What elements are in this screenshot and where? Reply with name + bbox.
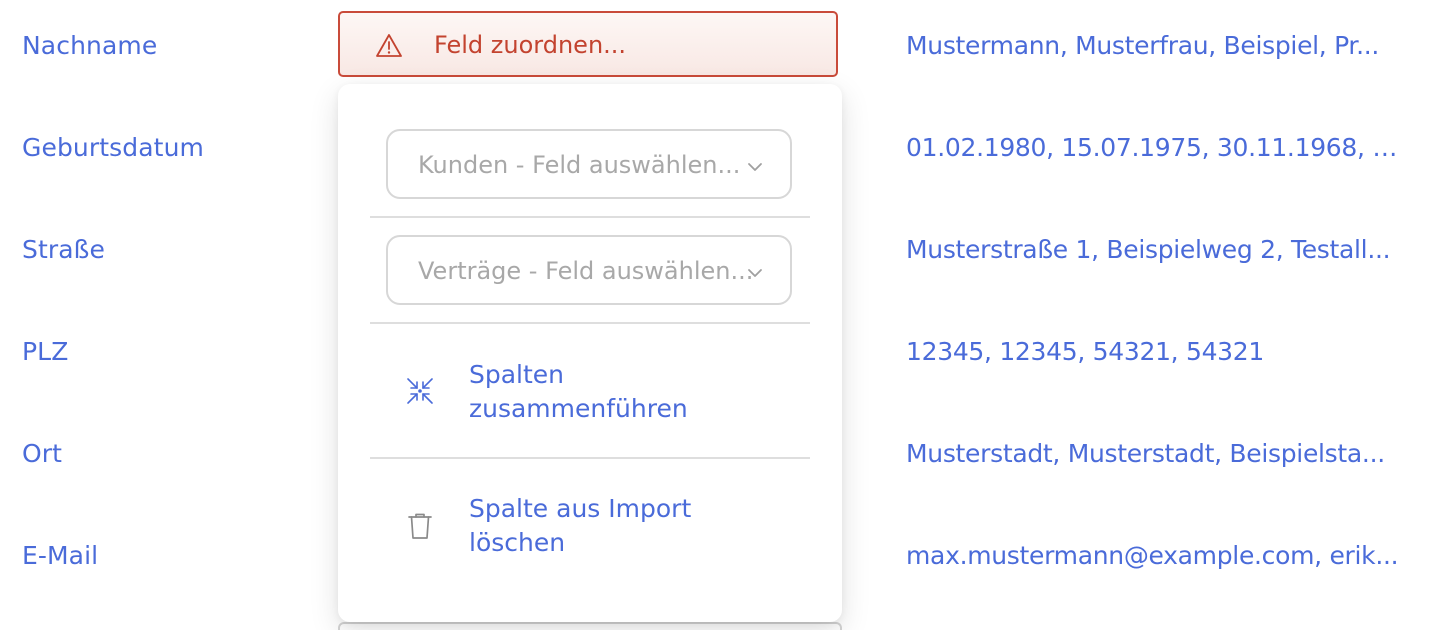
delete-column-label-line1: Spalte aus Import [469, 494, 692, 523]
trash-icon [408, 513, 432, 539]
dropdown-divider [370, 216, 810, 218]
next-map-field-button[interactable] [338, 622, 842, 630]
field-mapping-dropdown: Kunden - Feld auswählen... Verträge - Fe… [338, 84, 842, 622]
sample-values-nachname: Mustermann, Musterfrau, Beispiel, Pr... [906, 31, 1380, 60]
customer-field-select-placeholder: Kunden - Feld auswählen... [418, 151, 741, 179]
merge-columns-label-line1: Spalten [469, 360, 565, 389]
import-field-mapping: Nachname Geburtsdatum Straße PLZ Ort E-M… [0, 0, 1438, 630]
field-name-geburtsdatum: Geburtsdatum [22, 133, 204, 162]
dropdown-divider [370, 457, 810, 459]
delete-column-label-line2: löschen [469, 528, 566, 557]
field-name-ort: Ort [22, 439, 63, 468]
chevron-down-icon [748, 163, 762, 171]
sample-values-plz: 12345, 12345, 54321, 54321 [906, 337, 1264, 366]
merge-columns-item[interactable]: Spalten zusammenführen [338, 358, 842, 448]
map-field-button[interactable]: Feld zuordnen... [338, 11, 838, 77]
delete-column-item[interactable]: Spalte aus Import löschen [338, 492, 842, 582]
field-name-plz: PLZ [22, 337, 69, 366]
contracts-field-select-placeholder: Verträge - Feld auswählen... [418, 257, 754, 285]
map-field-button-label: Feld zuordnen... [434, 31, 627, 59]
warning-triangle-icon [376, 34, 402, 57]
sample-values-email: max.mustermann@example.com, erik... [906, 541, 1399, 570]
merge-columns-label-line2: zusammenführen [469, 394, 688, 423]
customer-field-select[interactable]: Kunden - Feld auswählen... [386, 129, 792, 199]
arrows-collapse-icon [407, 378, 433, 404]
dropdown-divider [370, 322, 810, 324]
field-name-nachname: Nachname [22, 31, 158, 60]
field-name-strasse: Straße [22, 235, 105, 264]
sample-values-strasse: Musterstraße 1, Beispielweg 2, Testall..… [906, 235, 1391, 264]
chevron-down-icon [748, 269, 762, 277]
contracts-field-select[interactable]: Verträge - Feld auswählen... [386, 235, 792, 305]
sample-values-ort: Musterstadt, Musterstadt, Beispielsta... [906, 439, 1385, 468]
sample-values-geburtsdatum: 01.02.1980, 15.07.1975, 30.11.1968, 05.0… [906, 133, 1411, 162]
field-name-email: E-Mail [22, 541, 99, 570]
